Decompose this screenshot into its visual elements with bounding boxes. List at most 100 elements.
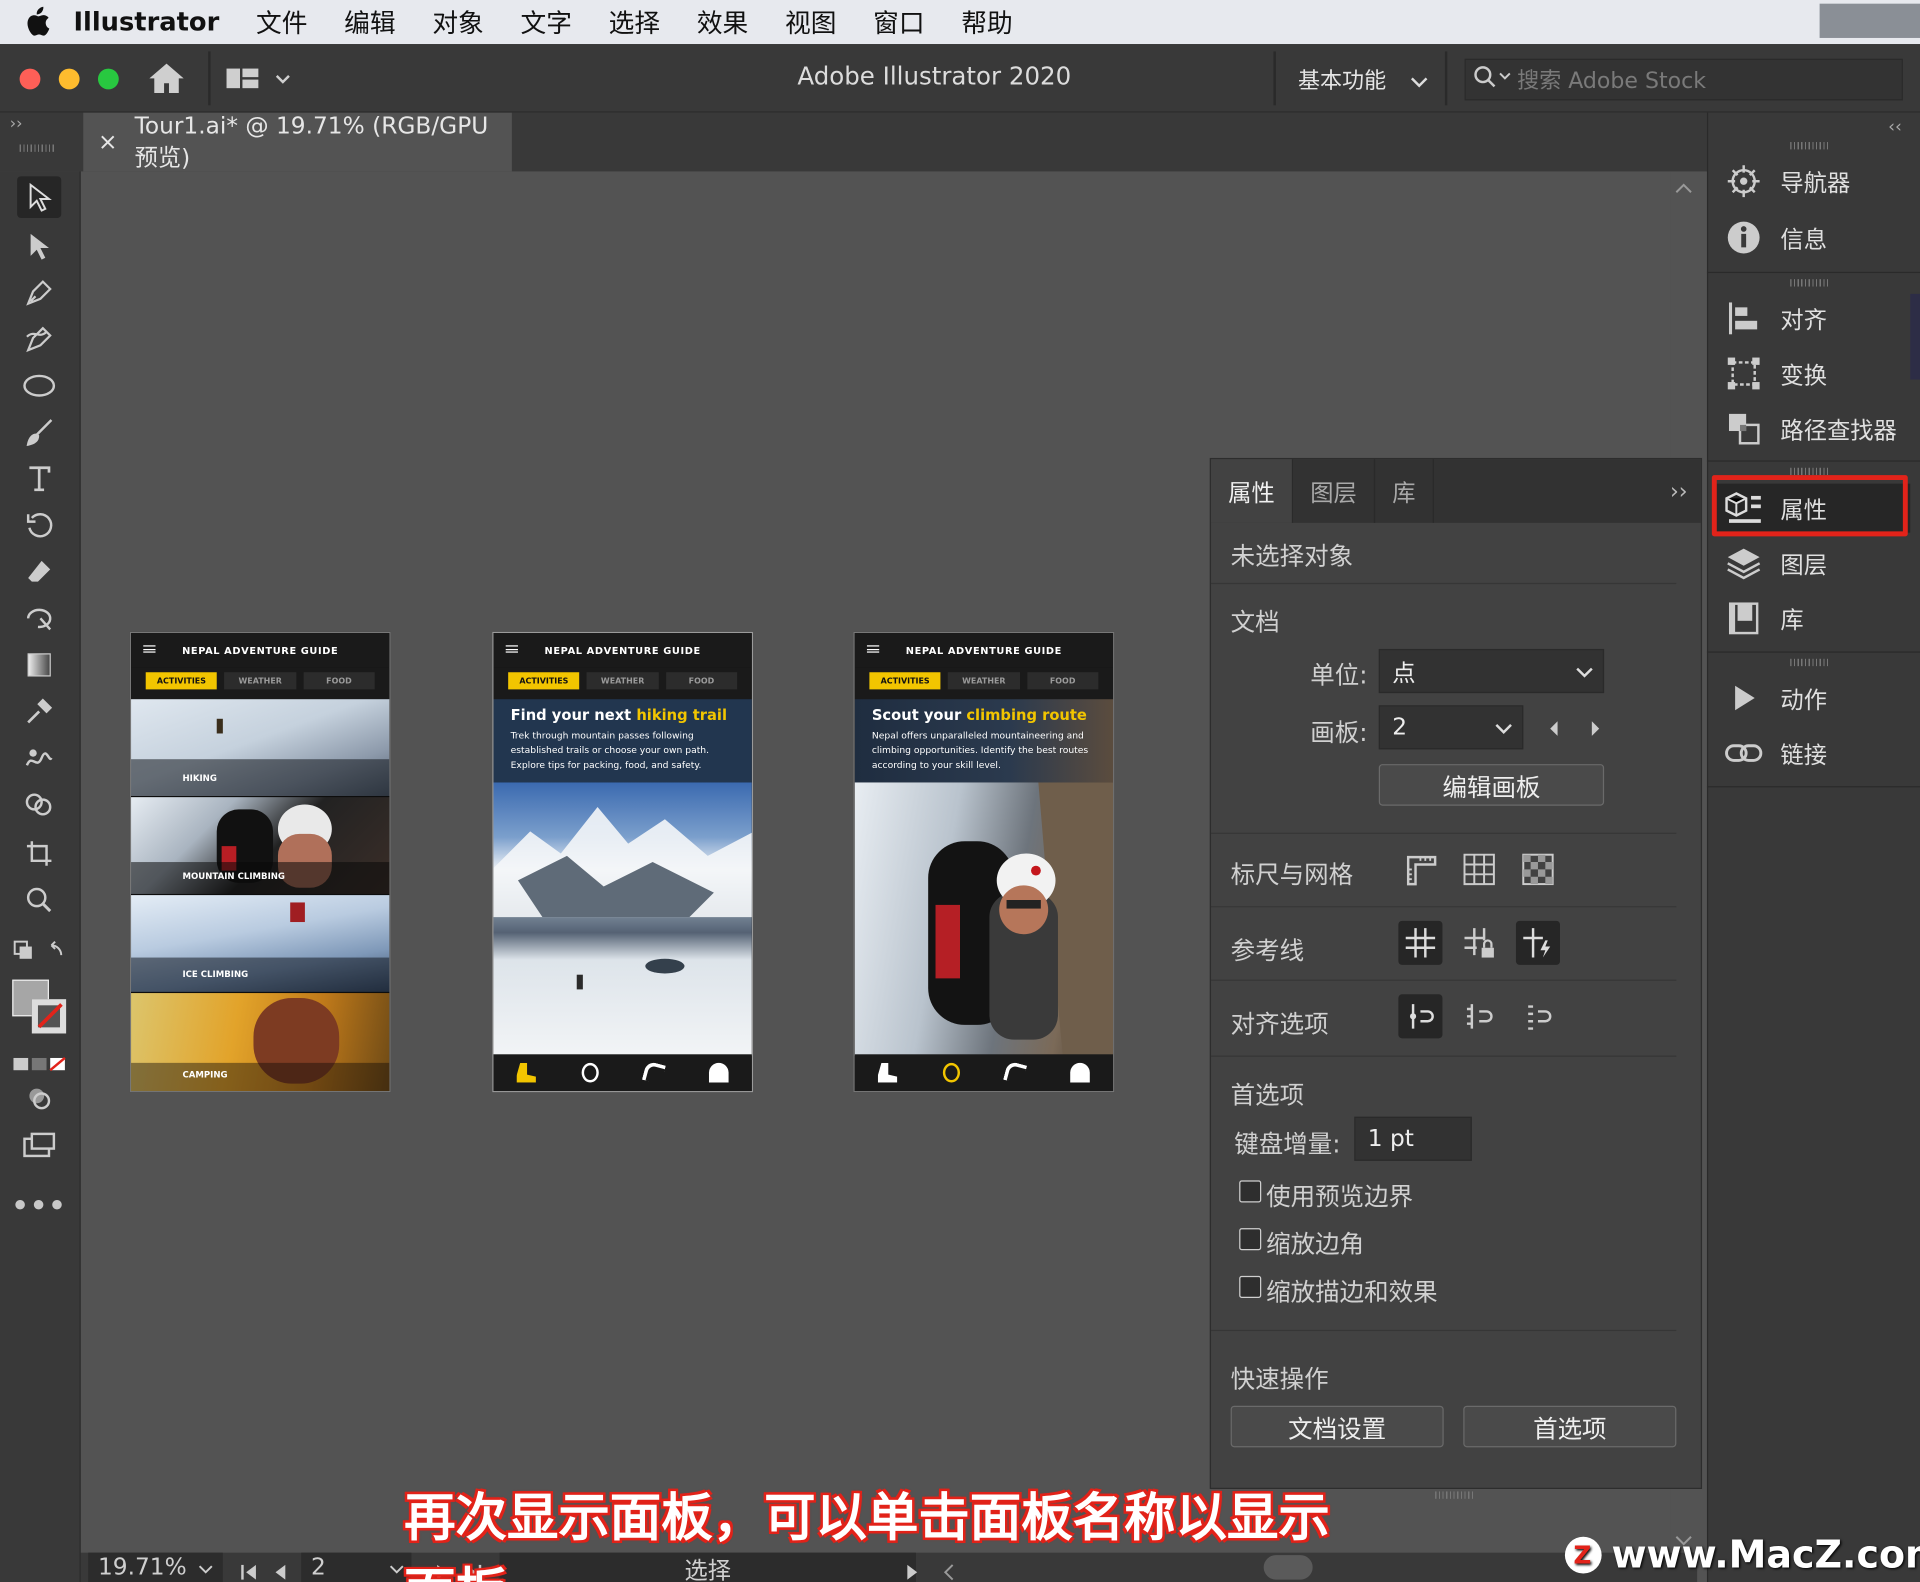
- workspace-switcher[interactable]: 基本功能: [1298, 64, 1428, 96]
- collapse-dock-icon[interactable]: ‹‹: [1888, 118, 1902, 138]
- smart-guides-icon[interactable]: [1515, 920, 1561, 965]
- menu-select[interactable]: 选择: [609, 4, 660, 41]
- dock-item-pathfinder[interactable]: 路径查找器: [1717, 404, 1910, 453]
- eraser-tool-icon[interactable]: [17, 551, 61, 593]
- menu-file[interactable]: 文件: [256, 4, 307, 41]
- home-icon[interactable]: [147, 61, 186, 100]
- dock-label: 变换: [1780, 361, 1827, 389]
- app-menu[interactable]: Illustrator: [73, 7, 219, 36]
- paintbrush-tool-icon[interactable]: [17, 411, 61, 453]
- free-transform-tool-icon[interactable]: [17, 598, 61, 640]
- tab-layers[interactable]: 图层: [1293, 459, 1376, 523]
- dock-item-navigator[interactable]: 导航器: [1717, 157, 1910, 206]
- dock-item-actions[interactable]: 动作: [1717, 673, 1910, 722]
- keyboard-increment-label: 键盘增量:: [1234, 1128, 1341, 1159]
- tool-status-field[interactable]: 选择: [499, 1552, 916, 1582]
- ellipse-tool-icon[interactable]: [17, 365, 61, 407]
- lock-guides-icon[interactable]: [1457, 921, 1501, 965]
- snap-to-point-icon[interactable]: [1398, 994, 1443, 1039]
- dock-item-transform[interactable]: 变换: [1717, 349, 1910, 398]
- show-guides-icon[interactable]: [1398, 920, 1443, 965]
- previous-artboard-icon[interactable]: [274, 1560, 286, 1582]
- apple-icon[interactable]: [0, 6, 73, 38]
- dock-item-align[interactable]: 对齐: [1717, 294, 1910, 343]
- scale-strokes-effects-checkbox[interactable]: [1239, 1275, 1262, 1298]
- close-tab-icon[interactable]: ×: [98, 129, 117, 156]
- close-window-button[interactable]: [19, 68, 41, 90]
- tab-properties[interactable]: 属性: [1211, 459, 1294, 523]
- menu-effect[interactable]: 效果: [697, 4, 748, 41]
- keyboard-increment-input[interactable]: 1 pt: [1354, 1116, 1472, 1161]
- menu-view[interactable]: 视图: [785, 4, 836, 41]
- preferences-button[interactable]: 首选项: [1463, 1405, 1677, 1448]
- zoom-field[interactable]: 19.71%: [88, 1552, 223, 1582]
- curvature-tool-icon[interactable]: [17, 318, 61, 360]
- transparency-grid-icon[interactable]: [1516, 847, 1560, 891]
- dock-item-links[interactable]: 链接: [1717, 729, 1910, 778]
- tab-libraries[interactable]: 库: [1375, 459, 1434, 523]
- snap-to-glyph-icon[interactable]: [1516, 994, 1560, 1038]
- artboard-tool-icon[interactable]: [17, 833, 61, 875]
- artboard-number-field[interactable]: 2: [301, 1552, 412, 1582]
- menu-window[interactable]: 窗口: [873, 4, 924, 41]
- menu-edit[interactable]: 编辑: [344, 4, 395, 41]
- dock-item-libraries[interactable]: 库: [1717, 594, 1910, 643]
- draw-mode-icon[interactable]: [17, 1078, 61, 1120]
- dock-label: 链接: [1780, 741, 1827, 769]
- pen-tool-icon[interactable]: [17, 272, 61, 314]
- swap-fill-stroke-icon[interactable]: [7, 931, 71, 973]
- artboard-1[interactable]: NEPAL ADVENTURE GUIDE ACTIVITIES WEATHER…: [129, 631, 391, 1093]
- selection-tool-icon[interactable]: [17, 176, 62, 218]
- shape-builder-tool-icon[interactable]: [17, 784, 61, 826]
- scale-corners-checkbox[interactable]: [1239, 1228, 1262, 1251]
- expand-toolbar-icon[interactable]: ››: [10, 115, 23, 133]
- zoom-window-button[interactable]: [97, 68, 119, 90]
- rotate-tool-icon[interactable]: [17, 504, 61, 546]
- artboard-tab-food: FOOD: [665, 672, 738, 690]
- fill-stroke-swatch[interactable]: [12, 979, 68, 1036]
- first-artboard-icon[interactable]: [240, 1560, 257, 1582]
- dock-item-layers[interactable]: 图层: [1717, 539, 1910, 588]
- snap-to-pixel-icon[interactable]: [1457, 994, 1501, 1038]
- dock-label: 路径查找器: [1780, 416, 1897, 444]
- offscreen-window-edge: [1910, 293, 1920, 380]
- artboard-select[interactable]: 2: [1378, 705, 1524, 750]
- arrange-documents-icon[interactable]: [225, 66, 298, 98]
- scroll-left-icon[interactable]: [943, 1560, 955, 1582]
- menu-object[interactable]: 对象: [432, 4, 483, 41]
- edit-artboards-button[interactable]: 编辑画板: [1378, 764, 1605, 806]
- more-tools-icon[interactable]: •••: [12, 1185, 66, 1227]
- ruler-icon[interactable]: [1398, 847, 1442, 891]
- menu-help[interactable]: 帮助: [961, 4, 1012, 41]
- dock-item-info[interactable]: 信息: [1717, 213, 1910, 262]
- zoom-tool-icon[interactable]: [17, 879, 61, 921]
- boot-icon: [877, 1062, 898, 1083]
- activity-strip-ice-climbing: ICE CLIMBING: [131, 895, 390, 994]
- scroll-up-icon[interactable]: [1675, 176, 1692, 199]
- type-tool-icon[interactable]: [17, 458, 61, 500]
- horizontal-scroll-thumb[interactable]: [1263, 1555, 1313, 1580]
- use-preview-bounds-checkbox[interactable]: [1239, 1180, 1262, 1203]
- carabiner-icon: [581, 1062, 599, 1083]
- screen-mode-icon[interactable]: [17, 1124, 61, 1166]
- grid-icon[interactable]: [1457, 847, 1501, 891]
- libraries-icon: [1717, 600, 1771, 637]
- menu-type[interactable]: 文字: [520, 4, 571, 41]
- search-icon: [1473, 65, 1515, 94]
- artboard-2[interactable]: NEPAL ADVENTURE GUIDE ACTIVITIES WEATHER…: [492, 631, 754, 1093]
- minimize-window-button[interactable]: [58, 68, 80, 90]
- gradient-tool-icon[interactable]: [17, 644, 61, 686]
- collapse-panel-icon[interactable]: ››: [1657, 459, 1701, 523]
- panel-resize-grip[interactable]: [1435, 1491, 1475, 1499]
- next-artboard-icon[interactable]: [1589, 719, 1601, 742]
- blend-tool-icon[interactable]: [17, 737, 61, 779]
- artboard-3[interactable]: NEPAL ADVENTURE GUIDE ACTIVITIES WEATHER…: [853, 631, 1115, 1093]
- document-setup-button[interactable]: 文档设置: [1230, 1405, 1444, 1448]
- direct-selection-tool-icon[interactable]: [17, 225, 61, 267]
- eyedropper-tool-icon[interactable]: [17, 691, 61, 733]
- units-select[interactable]: 点: [1378, 648, 1605, 694]
- stock-search-input[interactable]: 搜索 Adobe Stock: [1464, 58, 1903, 101]
- previous-artboard-icon[interactable]: [1548, 719, 1560, 742]
- document-tab[interactable]: × Tour1.ai* @ 19.71% (RGB/GPU 预览): [83, 112, 512, 172]
- status-menu-icon[interactable]: [906, 1560, 918, 1582]
